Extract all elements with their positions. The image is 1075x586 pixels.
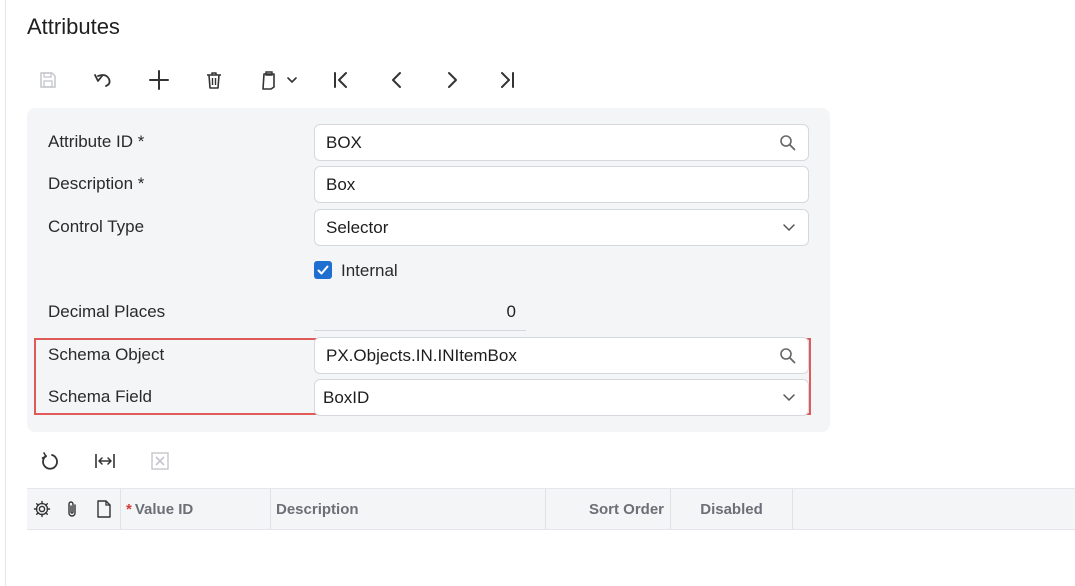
notes-column[interactable] [88,489,121,529]
column-disabled-label: Disabled [700,500,763,518]
schema-field-label: Schema Field [48,387,152,406]
decimal-places-label: Decimal Places [48,302,166,321]
column-value-id-label: Value ID [134,500,194,518]
attribute-id-value: BOX [326,132,362,152]
grid-header: * Value ID Description Sort Order Disabl… [27,488,1075,530]
refresh-icon [41,452,58,470]
chevron-down-icon [783,224,795,232]
next-record-button[interactable] [434,64,470,96]
column-description[interactable]: Description [271,489,546,529]
schema-object-label: Schema Object [48,345,165,364]
schema-field-select[interactable]: BoxID [314,379,809,416]
attribute-id-label: Attribute ID * [48,132,145,151]
delete-button[interactable] [196,64,232,96]
control-type-value: Selector [326,217,389,237]
page-title: Attributes [27,14,120,39]
save-button[interactable] [30,64,66,96]
search-icon[interactable] [779,347,796,364]
control-type-label: Control Type [48,217,145,236]
description-label: Description * [48,174,145,193]
left-divider [5,0,6,586]
next-icon [448,72,457,88]
schema-object-value: PX.Objects.IN.INItemBox [326,345,517,365]
checkmark-icon [317,265,329,275]
chevron-down-icon [783,394,795,402]
delete-icon [207,72,221,89]
undo-button[interactable] [85,64,121,96]
excel-export-icon [151,452,169,470]
refresh-button[interactable] [32,446,68,476]
grid-settings-button[interactable] [27,489,57,529]
excel-export-button[interactable] [142,446,178,476]
note-icon [97,500,111,518]
copy-paste-button[interactable] [252,64,304,96]
fit-columns-button[interactable] [87,446,123,476]
column-description-label: Description [276,500,359,518]
first-icon [334,72,347,88]
previous-icon [392,72,401,88]
decimal-places-field[interactable]: 0 [314,294,526,331]
last-record-button[interactable] [489,64,525,96]
fit-columns-icon [95,454,115,468]
internal-checkbox[interactable] [314,261,332,279]
internal-label: Internal [341,261,398,280]
undo-icon [94,74,111,87]
description-value: Box [326,174,356,194]
schema-field-value: BoxID [323,387,370,407]
column-disabled[interactable]: Disabled [671,489,793,529]
description-field[interactable]: Box [314,166,809,203]
previous-record-button[interactable] [379,64,415,96]
first-record-button[interactable] [323,64,359,96]
control-type-select[interactable]: Selector [314,209,809,246]
column-value-id[interactable]: * Value ID [121,489,271,529]
column-sort-order[interactable]: Sort Order [546,489,671,529]
add-icon [149,70,169,90]
copy-paste-icon [262,71,275,90]
add-button[interactable] [141,64,177,96]
chevron-down-icon [287,77,297,84]
save-icon [40,72,56,88]
gear-icon [33,500,51,518]
last-icon [501,72,514,88]
column-sort-order-label: Sort Order [588,500,664,518]
paperclip-icon [67,501,76,517]
search-icon[interactable] [779,134,796,151]
schema-object-field[interactable]: PX.Objects.IN.INItemBox [314,337,809,374]
attachments-column[interactable] [57,489,88,529]
required-marker: * [126,500,132,518]
attribute-id-field[interactable]: BOX [314,124,809,161]
